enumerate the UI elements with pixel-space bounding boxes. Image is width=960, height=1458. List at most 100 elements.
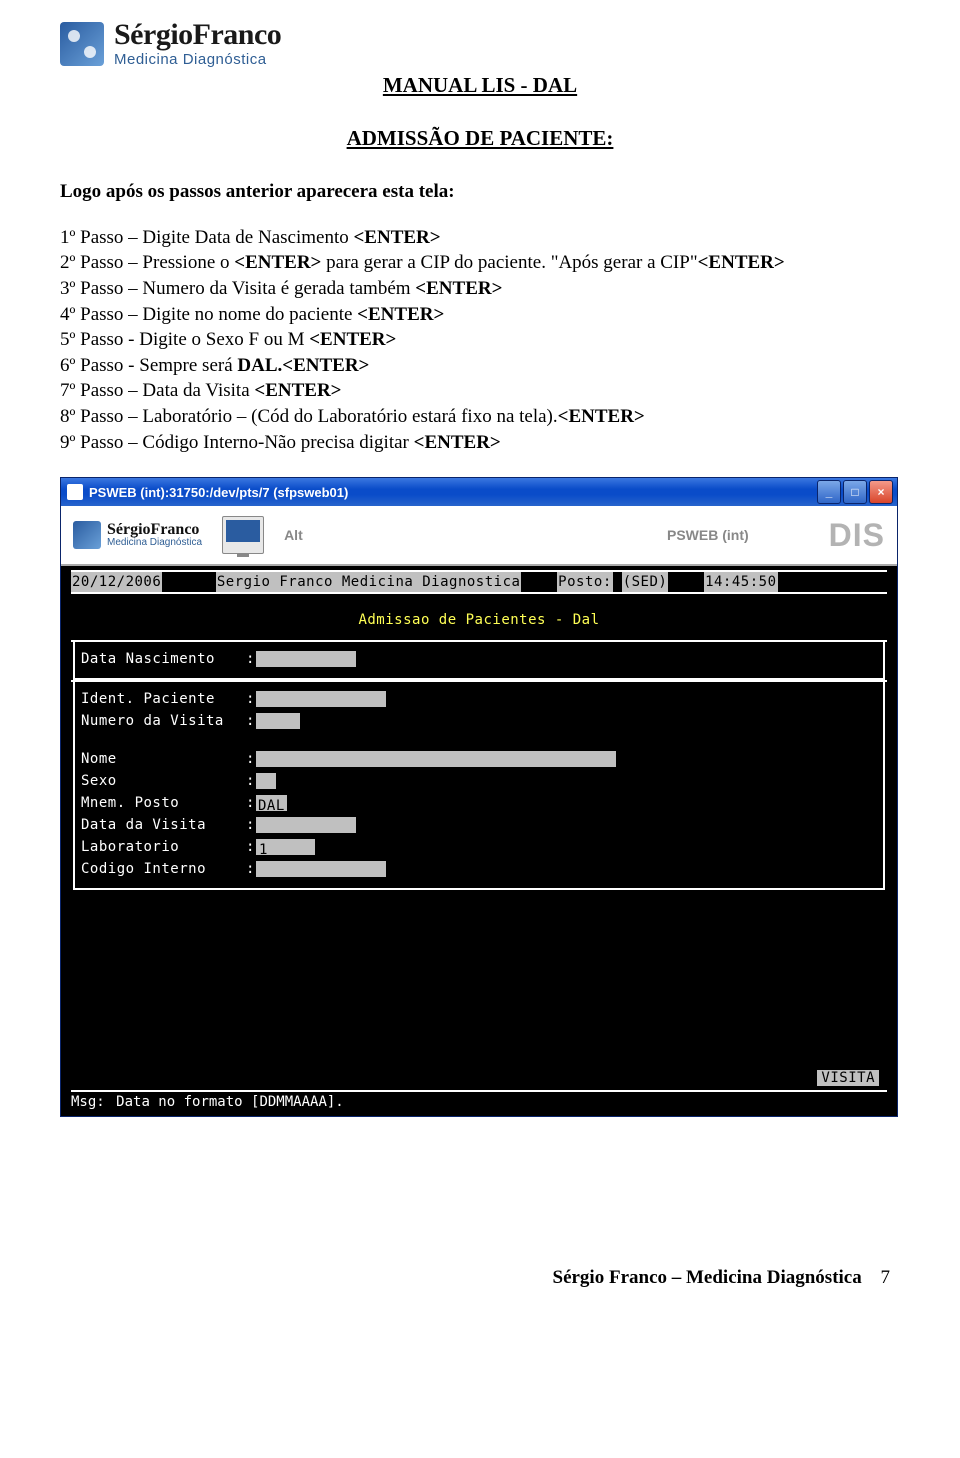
- section-title: ADMISSÃO DE PACIENTE:: [60, 126, 900, 151]
- input-data-visita[interactable]: [256, 817, 356, 833]
- input-laboratorio-extra[interactable]: [271, 839, 315, 855]
- logo-text-line2: Medicina Diagnóstica: [114, 52, 281, 67]
- label-codigo-interno: Codigo Interno: [81, 858, 246, 880]
- logo-text-line1: SérgioFranco: [114, 20, 281, 50]
- step-1-text: 1º Passo – Digite Data de Nascimento: [60, 227, 353, 248]
- frame2-top-border: [71, 680, 887, 682]
- value-mnem-posto: DAL: [256, 795, 287, 811]
- step-1: 1º Passo – Digite Data de Nascimento <EN…: [60, 225, 900, 251]
- input-codigo-interno[interactable]: [256, 861, 386, 877]
- toolbar-logo-line1: SérgioFranco: [107, 522, 202, 538]
- header-org: Sergio Franco Medicina Diagnostica: [216, 572, 522, 592]
- label-laboratorio: Laboratorio: [81, 836, 246, 858]
- frame-top-border: [71, 640, 887, 642]
- label-data-visita: Data da Visita: [81, 814, 246, 836]
- footer-text: Sérgio Franco – Medicina Diagnóstica: [553, 1267, 862, 1288]
- row-nome: Nome :: [81, 748, 877, 770]
- step-7-enter: <ENTER>: [254, 380, 341, 401]
- row-codigo-interno: Codigo Interno :: [81, 858, 877, 880]
- msg-label: Msg:: [71, 1094, 105, 1110]
- toolbar-logo: SérgioFranco Medicina Diagnóstica: [73, 521, 202, 549]
- step-6-enter: <ENTER>: [282, 355, 369, 376]
- frame-paciente: Ident. Paciente : Numero da Visita : Nom…: [73, 682, 885, 890]
- close-button[interactable]: ×: [869, 480, 893, 504]
- row-sexo: Sexo :: [81, 770, 877, 792]
- step-7-text: 7º Passo – Data da Visita: [60, 380, 254, 401]
- header-date: 20/12/2006: [71, 572, 162, 592]
- document-title: MANUAL LIS - DAL: [60, 73, 900, 98]
- toolbar-logo-icon: [73, 521, 101, 549]
- label-nome: Nome: [81, 748, 246, 770]
- row-laboratorio: Laboratorio : 1: [81, 836, 877, 858]
- step-9-enter: <ENTER>: [414, 432, 501, 453]
- step-4-text: 4º Passo – Digite no nome do paciente: [60, 304, 357, 325]
- terminal-screen-title: Admissao de Pacientes - Dal: [358, 610, 599, 630]
- step-5: 5º Passo - Digite o Sexo F ou M <ENTER>: [60, 327, 900, 353]
- step-6-dal: DAL.: [237, 355, 282, 376]
- step-1-enter: <ENTER>: [353, 227, 440, 248]
- row-mnem-posto: Mnem. Posto : DAL: [81, 792, 877, 814]
- window-title: PSWEB (int):31750:/dev/pts/7 (sfpsweb01): [89, 485, 348, 500]
- step-3: 3º Passo – Numero da Visita é gerada tam…: [60, 276, 900, 302]
- header-posto-value: (SED): [622, 572, 669, 592]
- row-ident-paciente: Ident. Paciente :: [81, 688, 877, 710]
- label-mnem-posto: Mnem. Posto: [81, 792, 246, 814]
- window-titlebar[interactable]: PSWEB (int):31750:/dev/pts/7 (sfpsweb01)…: [61, 478, 897, 506]
- page-footer: Sérgio Franco – Medicina Diagnóstica 7: [60, 1267, 900, 1289]
- terminal-area: 20/12/2006 Sergio Franco Medicina Diagno…: [61, 566, 897, 1092]
- steps-list: 1º Passo – Digite Data de Nascimento <EN…: [60, 225, 900, 456]
- step-2: 2º Passo – Pressione o <ENTER> para gera…: [60, 250, 900, 276]
- value-laboratorio: 1: [256, 839, 271, 855]
- input-data-nascimento[interactable]: [256, 651, 356, 667]
- maximize-button[interactable]: □: [843, 480, 867, 504]
- input-nome[interactable]: [256, 751, 616, 767]
- input-ident-paciente[interactable]: [256, 691, 386, 707]
- step-9-text: 9º Passo – Código Interno-Não precisa di…: [60, 432, 414, 453]
- header-time: 14:45:50: [704, 572, 777, 592]
- step-4: 4º Passo – Digite no nome do paciente <E…: [60, 302, 900, 328]
- row-data-nascimento: Data Nascimento :: [81, 648, 877, 670]
- step-6: 6º Passo - Sempre será DAL.<ENTER>: [60, 353, 900, 379]
- footer-page-number: 7: [881, 1267, 891, 1289]
- step-9: 9º Passo – Código Interno-Não precisa di…: [60, 430, 900, 456]
- minimize-button[interactable]: _: [817, 480, 841, 504]
- row-data-visita: Data da Visita :: [81, 814, 877, 836]
- row-numero-visita: Numero da Visita :: [81, 710, 877, 732]
- step-2-enter1: <ENTER>: [234, 252, 321, 273]
- brand-logo: SérgioFranco Medicina Diagnóstica: [60, 20, 900, 67]
- step-2-text1: 2º Passo – Pressione o: [60, 252, 234, 273]
- step-2-text2: para gerar a CIP do paciente. "Após gera…: [321, 252, 697, 273]
- step-3-enter: <ENTER>: [415, 278, 502, 299]
- app-toolbar: SérgioFranco Medicina Diagnóstica Alt PS…: [61, 506, 897, 566]
- logo-mark-icon: [60, 22, 104, 66]
- step-8: 8º Passo – Laboratório – (Cód do Laborat…: [60, 404, 900, 430]
- msg-text: Data no formato [DDMMAAAA].: [113, 1094, 347, 1110]
- label-data-nascimento: Data Nascimento: [81, 648, 246, 670]
- label-sexo: Sexo: [81, 770, 246, 792]
- app-window: PSWEB (int):31750:/dev/pts/7 (sfpsweb01)…: [60, 477, 898, 1117]
- toolbar-alt-label: Alt: [284, 527, 303, 543]
- step-5-text: 5º Passo - Digite o Sexo F ou M: [60, 329, 309, 350]
- label-numero-visita: Numero da Visita: [81, 710, 246, 732]
- step-8-text: 8º Passo – Laboratório – (Cód do Laborat…: [60, 406, 558, 427]
- step-5-enter: <ENTER>: [309, 329, 396, 350]
- window-icon: [67, 484, 83, 500]
- toolbar-logo-line2: Medicina Diagnóstica: [107, 538, 202, 548]
- step-7: 7º Passo – Data da Visita <ENTER>: [60, 378, 900, 404]
- frame-data-nascimento: Data Nascimento :: [73, 642, 885, 680]
- step-3-text: 3º Passo – Numero da Visita é gerada tam…: [60, 278, 415, 299]
- intro-text: Logo após os passos anterior aparecera e…: [60, 179, 900, 205]
- step-6-text: 6º Passo - Sempre será: [60, 355, 237, 376]
- message-row: Msg: Data no formato [DDMMAAAA].: [61, 1092, 897, 1116]
- terminal-header-row: 20/12/2006 Sergio Franco Medicina Diagno…: [71, 572, 887, 592]
- monitor-icon: [222, 516, 264, 554]
- label-ident-paciente: Ident. Paciente: [81, 688, 246, 710]
- header-posto-label: Posto:: [557, 572, 613, 592]
- toolbar-psweb-label: PSWEB (int): [667, 527, 749, 543]
- step-4-enter: <ENTER>: [357, 304, 444, 325]
- step-8-enter: <ENTER>: [558, 406, 645, 427]
- input-numero-visita[interactable]: [256, 713, 300, 729]
- step-2-enter2: <ENTER>: [698, 252, 785, 273]
- input-sexo[interactable]: [256, 773, 276, 789]
- tab-visita[interactable]: VISITA: [817, 1070, 879, 1086]
